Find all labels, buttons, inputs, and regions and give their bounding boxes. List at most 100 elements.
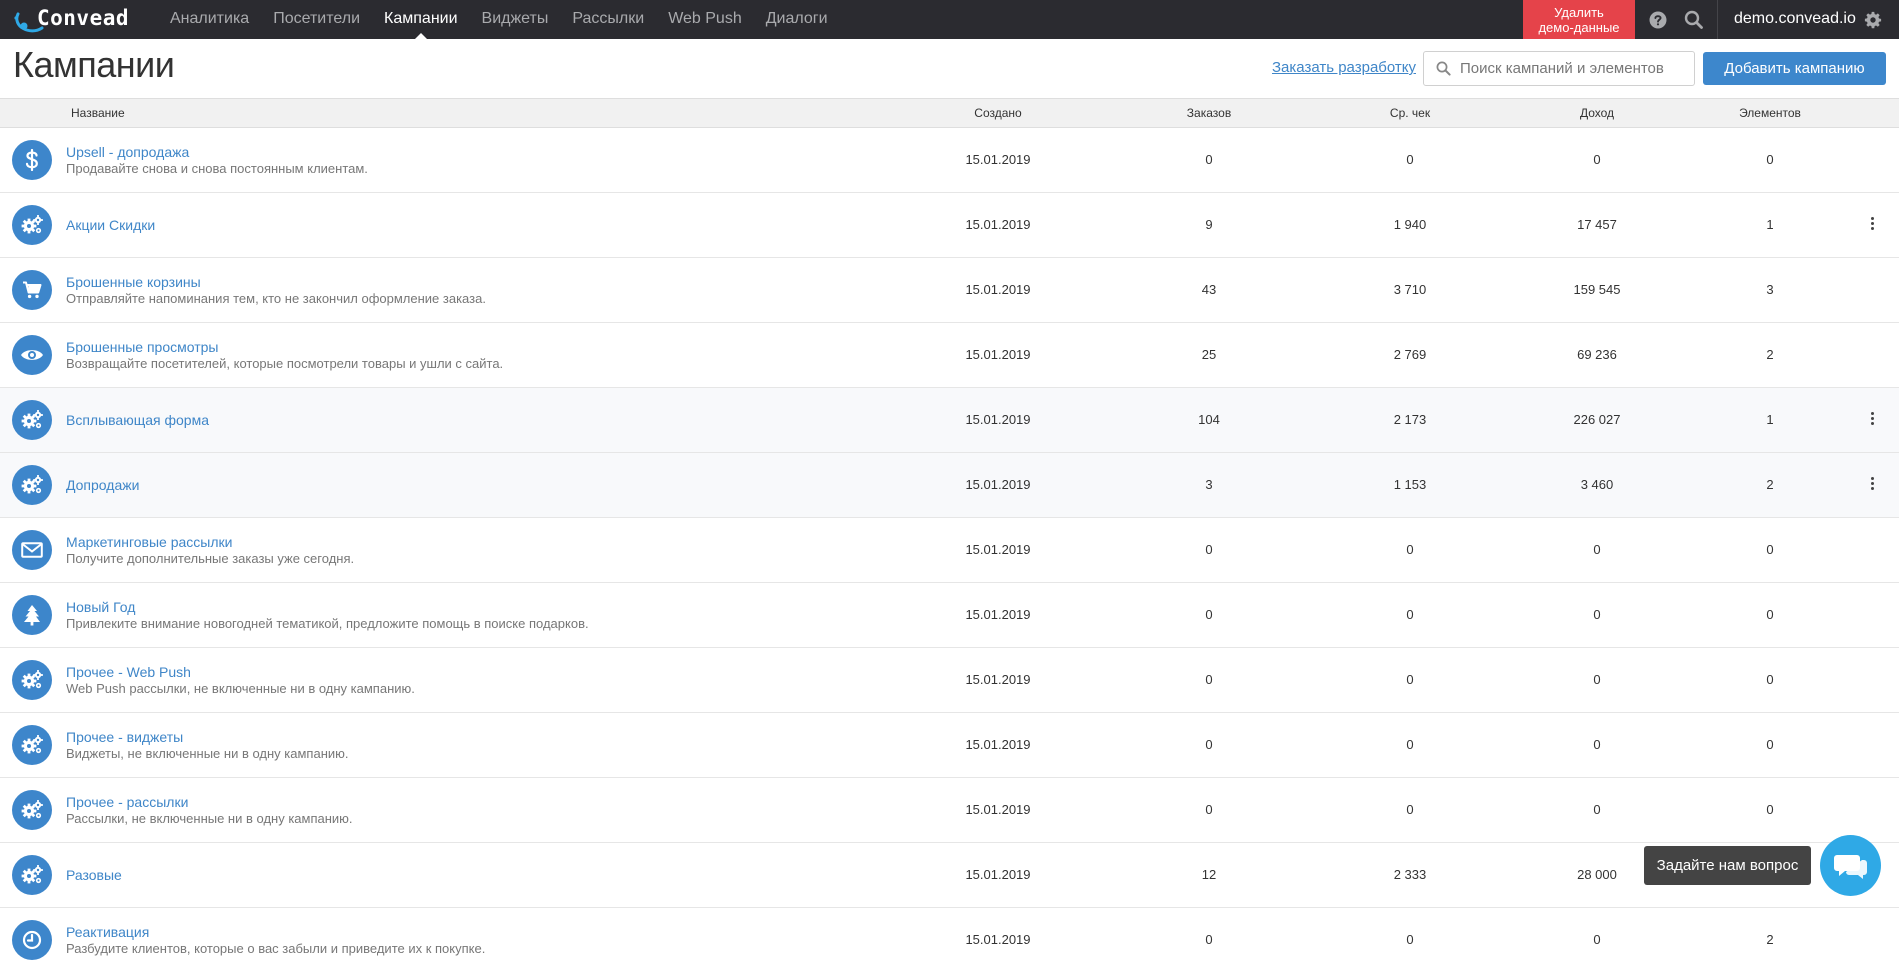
search-icon[interactable] <box>1676 0 1710 39</box>
campaign-name-link[interactable]: Новый Год <box>66 599 589 616</box>
column-header-orders[interactable]: Заказов <box>1159 99 1259 127</box>
nav-item-5[interactable]: Рассылки <box>560 0 656 39</box>
nav-item-1[interactable]: Аналитика <box>158 0 261 39</box>
campaign-name-link[interactable]: Реактивация <box>66 924 485 941</box>
revenue: 69 236 <box>1577 347 1617 362</box>
campaign-description: Рассылки, не включенные ни в одну кампан… <box>66 810 353 826</box>
campaign-name-link[interactable]: Разовые <box>66 867 122 884</box>
nav-item-3[interactable]: Кампании <box>372 0 470 39</box>
order-development-link[interactable]: Заказать разработку <box>1272 59 1416 76</box>
campaign-search-input[interactable] <box>1460 52 1688 85</box>
delete-demo-data-label-line1: Удалить <box>1554 5 1604 20</box>
eye-icon <box>20 347 44 363</box>
campaign-name-link[interactable]: Всплывающая форма <box>66 412 209 429</box>
convead-logo[interactable]: Convead <box>12 0 142 39</box>
account-name[interactable]: demo.convead.io <box>1734 0 1856 39</box>
nav-item-4[interactable]: Виджеты <box>470 0 561 39</box>
campaign-name-link[interactable]: Акции Скидки <box>66 217 155 234</box>
campaign-name-link[interactable]: Прочее - Web Push <box>66 664 415 681</box>
gears-icon <box>20 864 44 886</box>
orders-count: 0 <box>1205 607 1213 622</box>
table-row[interactable]: Маркетинговые рассылки Получите дополните… <box>0 518 1899 583</box>
gears-icon <box>20 669 44 691</box>
created-date: 15.01.2019 <box>965 542 1031 557</box>
campaign-description: Разбудите клиентов, которые о вас забыли… <box>66 940 486 956</box>
revenue: 0 <box>1593 152 1601 167</box>
revenue: 0 <box>1593 932 1601 947</box>
column-header-avg-check[interactable]: Ср. чек <box>1360 99 1460 127</box>
average-check: 0 <box>1406 607 1414 622</box>
elements-count: 0 <box>1766 672 1774 687</box>
dollar-icon <box>23 149 41 171</box>
campaign-name-link[interactable]: Upsell - допродажа <box>66 144 368 161</box>
average-check: 0 <box>1406 737 1414 752</box>
table-row[interactable]: Прочее - рассылки Рассылки, не включенные… <box>0 778 1899 843</box>
campaign-name-cell: Разовые <box>66 843 122 907</box>
row-menu-icon[interactable] <box>1868 217 1876 233</box>
ask-question-tooltip[interactable]: Задайте нам вопрос <box>1644 846 1811 885</box>
settings-gear-icon[interactable] <box>1856 0 1890 39</box>
nav-item-2[interactable]: Посетители <box>261 0 372 39</box>
chat-button[interactable] <box>1820 835 1881 896</box>
chat-bubbles-icon <box>1833 854 1867 879</box>
campaign-name-link[interactable]: Брошенные корзины <box>66 274 486 291</box>
table-row[interactable]: Брошенные просмотры Возвращайте посетител… <box>0 323 1899 388</box>
campaign-name-link[interactable]: Прочее - виджеты <box>66 729 349 746</box>
elements-count: 1 <box>1766 217 1774 232</box>
table-row[interactable]: Новый Год Привлеките внимание новогодней … <box>0 583 1899 648</box>
campaign-search-box[interactable] <box>1423 51 1695 86</box>
table-row[interactable]: Разовые 15.01.2019 12 2 333 28 000 <box>0 843 1899 908</box>
orders-count: 0 <box>1205 932 1213 947</box>
orders-count: 0 <box>1205 152 1213 167</box>
row-menu-icon[interactable] <box>1868 412 1876 428</box>
help-icon[interactable] <box>1641 0 1675 39</box>
top-navigation-bar: Convead Аналитика Посетители Кампании Видже… <box>0 0 1899 39</box>
clock-icon <box>22 930 42 950</box>
table-row[interactable]: Всплывающая форма 15.01.2019 104 2 173 226 0… <box>0 388 1899 453</box>
elements-count: 2 <box>1766 477 1774 492</box>
table-row[interactable]: Брошенные корзины Отправляйте напоминания… <box>0 258 1899 323</box>
table-header: Название Создано Заказов Ср. чек Доход Э… <box>0 98 1899 128</box>
campaign-avatar <box>12 400 52 440</box>
elements-count: 2 <box>1766 347 1774 362</box>
row-menu-icon[interactable] <box>1868 477 1876 493</box>
created-date: 15.01.2019 <box>965 802 1031 817</box>
created-date: 15.01.2019 <box>965 412 1031 427</box>
revenue: 3 460 <box>1580 477 1614 492</box>
table-row[interactable]: Реактивация Разбудите клиентов, которые о… <box>0 908 1899 964</box>
campaign-name-cell: Допродажи <box>66 453 139 517</box>
delete-demo-data-button[interactable]: Удалить демо-данные <box>1523 0 1635 39</box>
created-date: 15.01.2019 <box>965 282 1031 297</box>
average-check: 1 940 <box>1393 217 1427 232</box>
average-check: 3 710 <box>1393 282 1427 297</box>
campaign-name-link[interactable]: Брошенные просмотры <box>66 339 503 356</box>
elements-count: 0 <box>1766 607 1774 622</box>
column-header-elements[interactable]: Элементов <box>1720 99 1820 127</box>
campaign-name-cell: Новый Год Привлеките внимание новогодней … <box>66 583 589 647</box>
nav-item-6[interactable]: Web Push <box>656 0 754 39</box>
table-row[interactable]: Прочее - Web Push Web Push рассылки, не в… <box>0 648 1899 713</box>
average-check: 0 <box>1406 932 1414 947</box>
add-campaign-button[interactable]: Добавить кампанию <box>1703 52 1886 85</box>
orders-count: 25 <box>1201 347 1217 362</box>
table-row[interactable]: Допродажи 15.01.2019 3 1 153 3 460 2 <box>0 453 1899 518</box>
column-header-created[interactable]: Создано <box>948 99 1048 127</box>
table-row[interactable]: Upsell - допродажа Продавайте снова и сно… <box>0 128 1899 193</box>
campaign-name-link[interactable]: Прочее - рассылки <box>66 794 353 811</box>
column-header-name[interactable]: Название <box>71 99 125 127</box>
campaign-name-cell: Прочее - рассылки Рассылки, не включенные… <box>66 778 353 842</box>
campaign-name-cell: Upsell - допродажа Продавайте снова и сно… <box>66 128 368 192</box>
column-header-revenue[interactable]: Доход <box>1547 99 1647 127</box>
cart-icon <box>22 281 42 299</box>
table-row[interactable]: Акции Скидки 15.01.2019 9 1 940 17 457 1 <box>0 193 1899 258</box>
logo-text: Convead <box>37 6 130 30</box>
nav-item-7[interactable]: Диалоги <box>754 0 840 39</box>
table-row[interactable]: Прочее - виджеты Виджеты, не включенные н… <box>0 713 1899 778</box>
revenue: 0 <box>1593 542 1601 557</box>
campaigns-table: Upsell - допродажа Продавайте снова и сно… <box>0 128 1899 964</box>
gears-icon <box>20 409 44 431</box>
campaign-name-link[interactable]: Допродажи <box>66 477 139 494</box>
created-date: 15.01.2019 <box>965 607 1031 622</box>
average-check: 0 <box>1406 152 1414 167</box>
campaign-name-link[interactable]: Маркетинговые рассылки <box>66 534 354 551</box>
